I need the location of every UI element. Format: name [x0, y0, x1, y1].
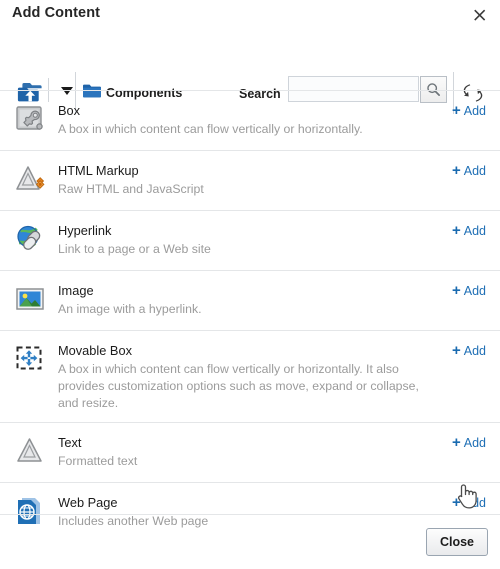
add-button-label: Add — [463, 223, 486, 238]
image-glyph — [16, 288, 44, 310]
add-button-label: Add — [463, 283, 486, 298]
dialog-titlebar: Add Content — [0, 0, 500, 32]
plus-icon: + — [451, 222, 461, 239]
list-item[interactable]: HTML Markup Raw HTML and JavaScript + Ad… — [0, 150, 500, 210]
list-item[interactable]: Text Formatted text + Add — [0, 422, 500, 482]
list-item-title: Web Page — [58, 495, 118, 510]
plus-icon: + — [451, 282, 461, 299]
plus-icon: + — [451, 162, 461, 179]
add-button[interactable]: + Add — [452, 435, 486, 450]
list-item[interactable]: Box A box in which content can flow vert… — [0, 90, 500, 150]
plus-icon: + — [451, 102, 461, 119]
add-button-label: Add — [463, 343, 486, 358]
list-item-title: Box — [58, 103, 81, 118]
plus-icon: + — [451, 494, 461, 511]
list-item[interactable]: Hyperlink Link to a page or a Web site +… — [0, 210, 500, 270]
list-item-title: Image — [58, 283, 94, 298]
close-x-glyph — [474, 9, 486, 21]
list-item-description: An image with a hyperlink. — [58, 302, 202, 316]
list-item[interactable]: Movable Box A box in which content can f… — [0, 330, 500, 422]
text-letter-a-glyph — [17, 438, 42, 462]
add-button-label: Add — [463, 163, 486, 178]
text-letter-a-icon — [14, 435, 46, 467]
list-item-title: Hyperlink — [58, 223, 112, 238]
list-item-title: Movable Box — [58, 343, 132, 358]
html-markup-glyph — [16, 166, 45, 190]
box-wrench-icon — [14, 103, 46, 135]
movable-box-icon — [14, 343, 46, 375]
list-item-description: A box in which content can flow vertical… — [58, 122, 363, 136]
add-button[interactable]: + Add — [452, 343, 486, 358]
add-button-label: Add — [463, 495, 486, 510]
add-button[interactable]: + Add — [452, 163, 486, 178]
movable-box-glyph — [16, 346, 42, 370]
content-type-list: Box A box in which content can flow vert… — [0, 90, 500, 542]
add-button[interactable]: + Add — [452, 495, 486, 510]
hyperlink-globe-icon — [14, 223, 46, 255]
list-item-title: Text — [58, 435, 82, 450]
image-icon — [14, 283, 46, 315]
close-icon[interactable] — [470, 5, 490, 25]
dialog-toolbar: Components Search — [0, 34, 500, 114]
add-button[interactable]: + Add — [452, 283, 486, 298]
list-item[interactable]: Image An image with a hyperlink. + Add — [0, 270, 500, 330]
list-item-description: Formatted text — [58, 454, 138, 468]
add-button-label: Add — [463, 435, 486, 450]
add-button[interactable]: + Add — [452, 223, 486, 238]
hyperlink-globe-glyph — [17, 225, 41, 250]
list-item-title: HTML Markup — [58, 163, 139, 178]
list-item-description: Raw HTML and JavaScript — [58, 182, 204, 196]
list-item-description: Link to a page or a Web site — [58, 242, 211, 256]
add-button[interactable]: + Add — [452, 103, 486, 118]
add-content-dialog: Add Content Components Search Box A box … — [0, 0, 500, 569]
html-markup-icon — [14, 163, 46, 195]
box-wrench-glyph — [16, 106, 43, 130]
plus-icon: + — [451, 434, 461, 451]
page-title: Add Content — [12, 5, 101, 21]
list-item-description: A box in which content can flow vertical… — [58, 362, 419, 410]
dialog-footer: Close — [0, 514, 500, 569]
plus-icon: + — [451, 342, 461, 359]
close-button[interactable]: Close — [425, 528, 488, 556]
add-button-label: Add — [463, 103, 486, 118]
